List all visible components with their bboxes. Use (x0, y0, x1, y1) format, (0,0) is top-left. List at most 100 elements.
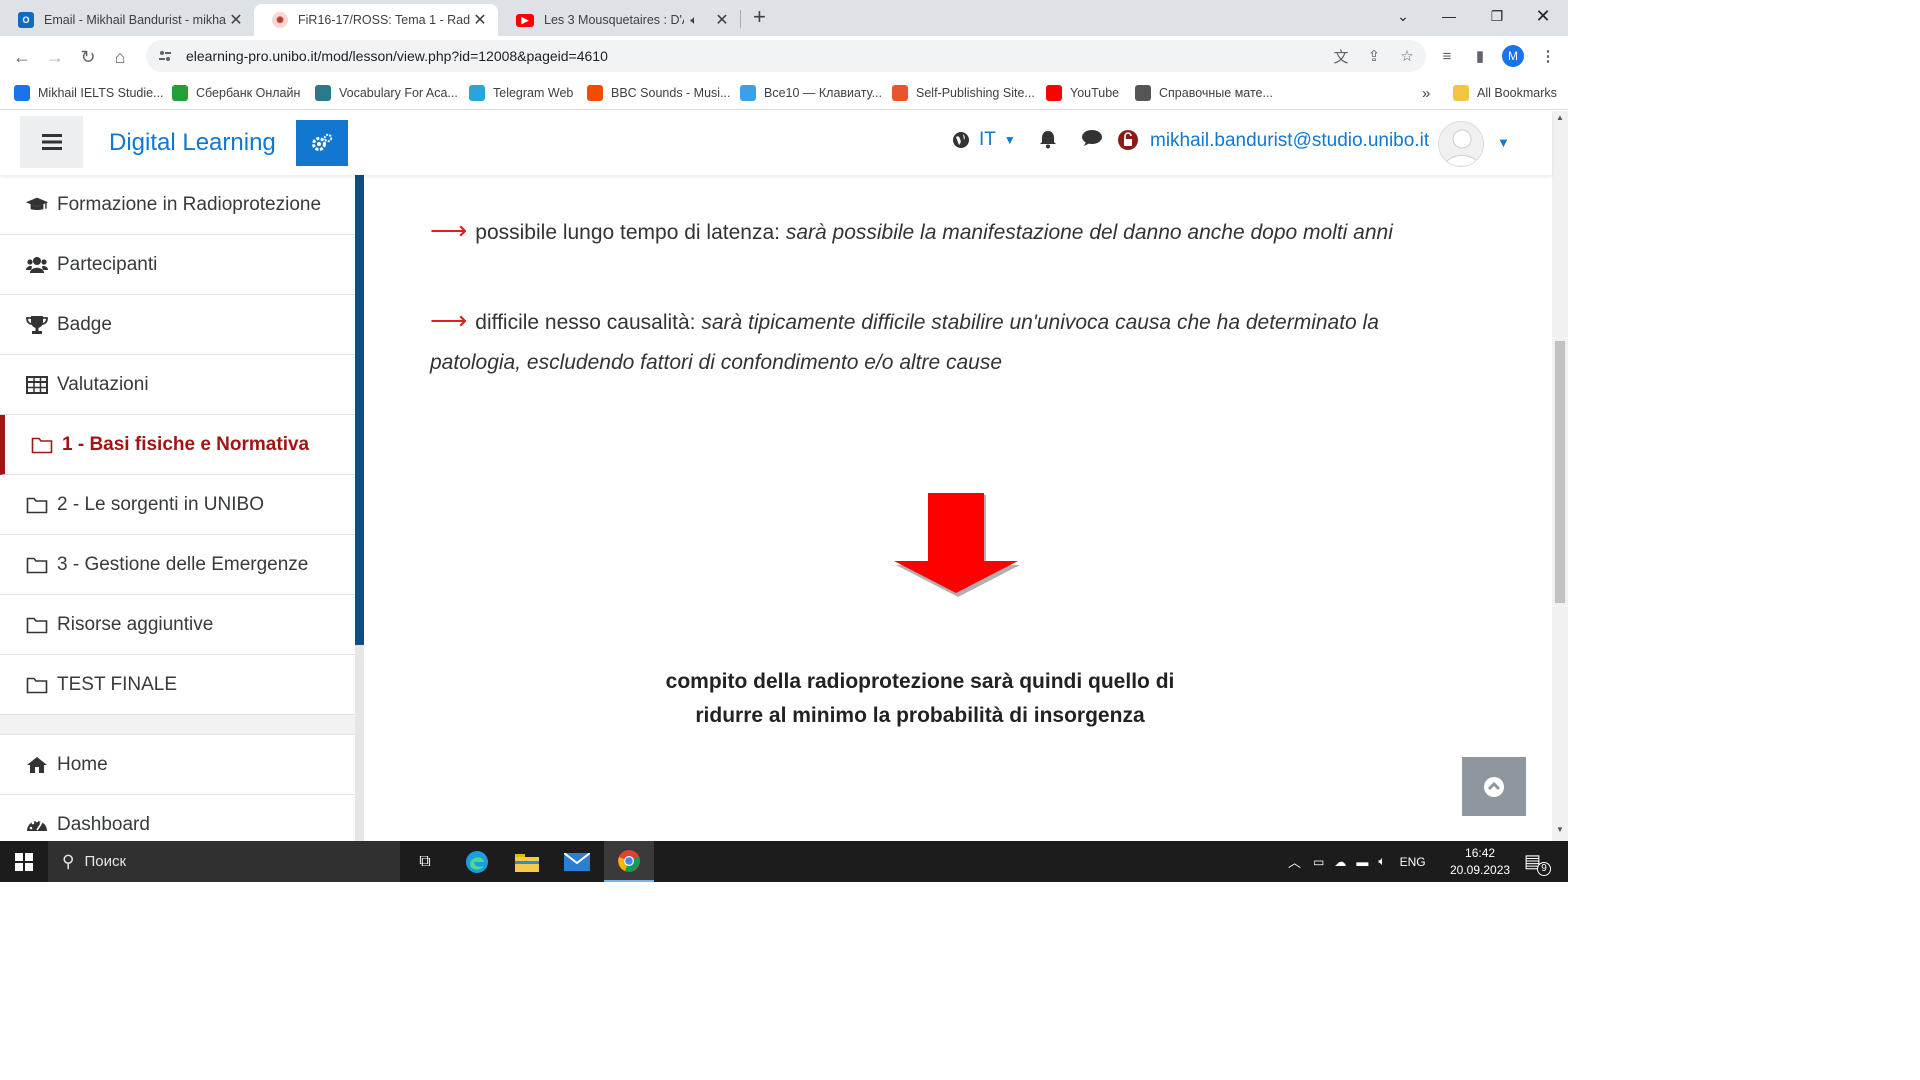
all-bookmarks-button[interactable]: All Bookmarks (1453, 83, 1557, 103)
site-brand[interactable]: Digital Learning (109, 129, 276, 157)
notifications-bell-icon[interactable] (1038, 129, 1058, 149)
side-panel-icon[interactable]: ▮ (1469, 45, 1491, 67)
folder-icon (26, 494, 48, 516)
chrome-icon[interactable] (604, 841, 654, 882)
restore-button[interactable]: ❐ (1474, 0, 1520, 32)
notifications-icon[interactable]: ▤ 9 (1524, 841, 1552, 882)
bookmark-item[interactable]: Vocabulary For Aca... (315, 83, 458, 103)
sidebar-item-label: Partecipanti (57, 253, 158, 275)
windows-taskbar: ⚲ Поиск ⧉ ︿ ▭ ☁ ▬ 🔈︎ ENG 16:42 20.09.202… (0, 841, 1568, 882)
causality-text-line1: sarà tipicamente difficile stabilire un'… (701, 311, 1379, 334)
sidebar-item-badge[interactable]: Badge (0, 295, 355, 355)
windows-start-icon[interactable] (0, 841, 48, 882)
language-indicator[interactable]: ENG (1400, 855, 1426, 869)
sidebar-item-test-finale[interactable]: TEST FINALE (0, 655, 355, 715)
bookmark-item[interactable]: Self-Publishing Site... (892, 83, 1035, 103)
tab-title: Les 3 Mousquetaires : D'Arta (544, 13, 684, 27)
drawer-toggle-button[interactable] (20, 116, 83, 168)
unlocked-badge-icon[interactable] (1117, 129, 1139, 151)
sidebar-item-label: 2 - Le sorgenti in UNIBO (57, 493, 264, 515)
bookmark-label: Сбербанк Онлайн (196, 86, 301, 100)
site-nav-group: Home Dashboard (0, 734, 355, 841)
sidebar-item-home[interactable]: Home (0, 735, 355, 795)
unibo-seal-icon: ✺ (272, 12, 288, 28)
new-tab-button[interactable]: + (753, 4, 766, 30)
reload-icon[interactable]: ↻ (75, 44, 101, 70)
bookmark-favicon-icon (1135, 85, 1151, 101)
battery-icon[interactable]: ▬ (1356, 855, 1368, 869)
user-email-link[interactable]: mikhail.bandurist@studio.unibo.it (1150, 130, 1429, 152)
conclusion-text: compito della radioprotezione sarà quind… (604, 665, 1236, 733)
language-menu[interactable]: IT ▼ (952, 129, 1016, 151)
scroll-down-icon[interactable]: ▼ (1556, 825, 1564, 834)
minimize-button[interactable]: — (1426, 0, 1472, 32)
tab-youtube[interactable]: ▶ Les 3 Mousquetaires : D'Arta 🔈︎ ✕ (498, 4, 740, 36)
sidebar-item-3-gestione-delle-emergenze[interactable]: 3 - Gestione delle Emergenze (0, 535, 355, 595)
bookmark-item[interactable]: Все10 — Клавиату... (740, 83, 882, 103)
bookmark-label: Все10 — Клавиату... (764, 86, 882, 100)
messages-icon[interactable] (1081, 129, 1103, 147)
close-tab-icon[interactable]: ✕ (226, 10, 246, 30)
close-tab-icon[interactable]: ✕ (470, 10, 490, 30)
forward-icon[interactable]: → (42, 44, 68, 70)
taskbar-search[interactable]: ⚲ Поиск (48, 841, 400, 882)
sidebar-item-dashboard[interactable]: Dashboard (0, 795, 355, 841)
edge-icon[interactable] (452, 841, 502, 882)
system-tray: ︿ ▭ ☁ ▬ 🔈︎ ENG (1288, 841, 1440, 882)
sidebar-item-valutazioni[interactable]: Valutazioni (0, 355, 355, 415)
network-icon[interactable]: ▭ (1313, 855, 1324, 869)
drawer-scrollbar-thumb[interactable] (355, 175, 364, 645)
bookmark-favicon-icon (14, 85, 30, 101)
sidebar-item-label: Home (57, 753, 108, 775)
sidebar-item-partecipanti[interactable]: Partecipanti (0, 235, 355, 295)
tray-chevron-icon[interactable]: ︿ (1288, 852, 1301, 871)
translate-icon[interactable]: 文 (1330, 45, 1352, 67)
tab-email[interactable]: O Email - Mikhail Bandurist - mikha ✕ (0, 4, 254, 36)
bookmark-item[interactable]: YouTube (1046, 83, 1119, 103)
tab-lesson[interactable]: ✺ FiR16-17/ROSS: Tema 1 - Radiopr ✕ (254, 4, 498, 36)
back-to-top-button[interactable] (1462, 757, 1526, 816)
task-view-icon[interactable]: ⧉ (400, 841, 450, 882)
bookmark-label: Mikhail IELTS Studie... (38, 86, 164, 100)
site-info-icon[interactable] (156, 47, 174, 65)
home-icon[interactable]: ⌂ (107, 44, 133, 70)
sidebar-item-formazione-in-radioprotezione[interactable]: Formazione in Radioprotezione (0, 175, 355, 235)
sidebar-item-2-le-sorgenti-in-unibo[interactable]: 2 - Le sorgenti in UNIBO (0, 475, 355, 535)
scroll-up-icon[interactable]: ▲ (1556, 113, 1564, 122)
clock[interactable]: 16:42 20.09.2023 (1450, 841, 1510, 882)
page-scrollbar-thumb[interactable] (1552, 338, 1568, 606)
menu-kebab-icon[interactable]: ⋮ (1537, 45, 1559, 67)
profile-avatar[interactable]: M (1502, 45, 1524, 67)
bookmark-item[interactable]: Mikhail IELTS Studie... (14, 83, 164, 103)
sidebar-item-label: Badge (57, 313, 112, 335)
bookmark-item[interactable]: Telegram Web (469, 83, 573, 103)
volume-icon[interactable]: 🔈︎ (1378, 854, 1385, 869)
tab-search-icon[interactable]: ⌄ (1380, 0, 1426, 32)
mail-icon[interactable] (552, 841, 602, 882)
all-bookmarks-label: All Bookmarks (1477, 86, 1557, 100)
conclusion-line-2: ridurre al minimo la probabilità di inso… (695, 704, 1145, 727)
bookmark-label: Vocabulary For Aca... (339, 86, 458, 100)
close-tab-icon[interactable]: ✕ (712, 10, 732, 30)
close-window-button[interactable]: ✕ (1520, 0, 1566, 32)
cloud-icon[interactable]: ☁ (1334, 855, 1346, 869)
sidebar-item-1-basi-fisiche-e-normativa[interactable]: 1 - Basi fisiche e Normativa (0, 415, 355, 475)
address-bar[interactable]: elearning-pro.unibo.it/mod/lesson/view.p… (146, 40, 1426, 72)
latency-label: possibile lungo tempo di latenza: (475, 221, 780, 244)
bookmark-star-icon[interactable]: ☆ (1396, 45, 1418, 67)
bookmark-item[interactable]: Справочные мате... (1135, 83, 1273, 103)
speaker-icon[interactable]: 🔈︎ (684, 13, 704, 28)
bookmark-item[interactable]: BBC Sounds - Musi... (587, 83, 731, 103)
settings-gear-button[interactable] (296, 120, 348, 166)
bookmark-item[interactable]: Сбербанк Онлайн (172, 83, 300, 103)
file-explorer-icon[interactable] (502, 841, 552, 882)
bookmark-label: Self-Publishing Site... (916, 86, 1035, 100)
media-control-icon[interactable]: ≡ (1436, 45, 1458, 67)
user-avatar[interactable] (1438, 121, 1484, 167)
sidebar-item-risorse-aggiuntive[interactable]: Risorse aggiuntive (0, 595, 355, 655)
share-icon[interactable]: ⇪ (1363, 45, 1385, 67)
back-icon[interactable]: ← (9, 44, 35, 70)
sidebar-item-label: TEST FINALE (57, 673, 178, 695)
bookmarks-overflow-button[interactable]: » (1422, 83, 1430, 103)
user-menu-caret-icon[interactable]: ▼ (1497, 135, 1510, 150)
